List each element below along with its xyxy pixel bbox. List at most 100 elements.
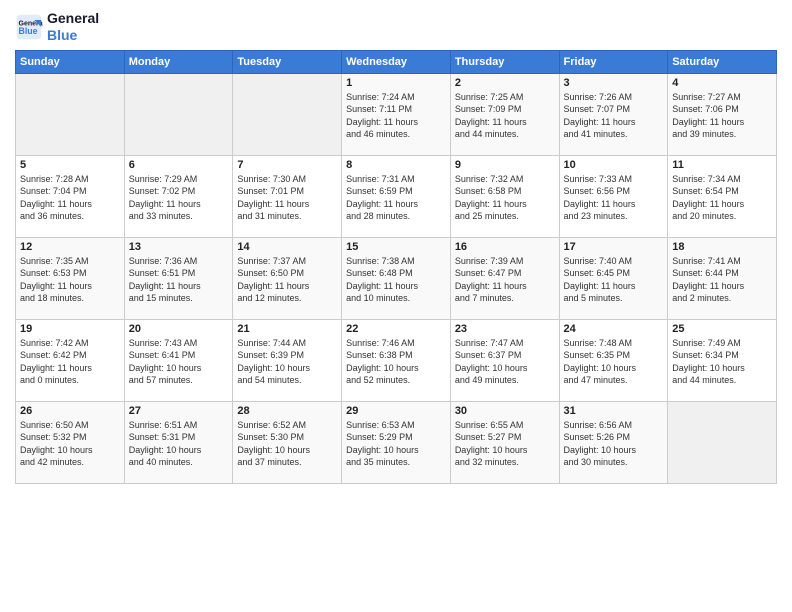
- day-info: Sunrise: 7:43 AM Sunset: 6:41 PM Dayligh…: [129, 337, 229, 387]
- calendar-cell: 23 Sunrise: 7:47 AM Sunset: 6:37 PM Dayli…: [450, 319, 559, 401]
- day-info: Sunrise: 6:51 AM Sunset: 5:31 PM Dayligh…: [129, 419, 229, 469]
- day-info: Sunrise: 7:29 AM Sunset: 7:02 PM Dayligh…: [129, 173, 229, 223]
- calendar-cell: 30Sunrise: 6:55 AM Sunset: 5:27 PM Dayli…: [450, 401, 559, 483]
- calendar-body: 1Sunrise: 7:24 AM Sunset: 7:11 PM Daylig…: [16, 73, 777, 483]
- calendar-cell: 19Sunrise: 7:42 AM Sunset: 6:42 PM Dayli…: [16, 319, 125, 401]
- calendar-week-row: 5 Sunrise: 7:28 AM Sunset: 7:04 PM Daylig…: [16, 155, 777, 237]
- calendar-cell: 4 Sunrise: 7:27 AM Sunset: 7:06 PM Daylig…: [668, 73, 777, 155]
- day-info: Sunrise: 7:30 AM Sunset: 7:01 PM Dayligh…: [237, 173, 337, 223]
- calendar-cell: 13 Sunrise: 7:36 AM Sunset: 6:51 PM Dayli…: [124, 237, 233, 319]
- day-number: 4: [672, 77, 772, 89]
- day-number: 22: [346, 323, 446, 335]
- calendar-week-row: 26Sunrise: 6:50 AM Sunset: 5:32 PM Dayli…: [16, 401, 777, 483]
- day-info: Sunrise: 6:55 AM Sunset: 5:27 PM Dayligh…: [455, 419, 555, 469]
- day-info: Sunrise: 7:39 AM Sunset: 6:47 PM Dayligh…: [455, 255, 555, 305]
- day-info: Sunrise: 7:41 AM Sunset: 6:44 PM Dayligh…: [672, 255, 772, 305]
- day-number: 1: [346, 77, 446, 89]
- weekday-header-wednesday: Wednesday: [342, 50, 451, 73]
- calendar-table: SundayMondayTuesdayWednesdayThursdayFrid…: [15, 50, 777, 484]
- weekday-header-tuesday: Tuesday: [233, 50, 342, 73]
- calendar-week-row: 1Sunrise: 7:24 AM Sunset: 7:11 PM Daylig…: [16, 73, 777, 155]
- calendar-cell: 21 Sunrise: 7:44 AM Sunset: 6:39 PM Dayli…: [233, 319, 342, 401]
- day-info: Sunrise: 7:32 AM Sunset: 6:58 PM Dayligh…: [455, 173, 555, 223]
- day-number: 20: [129, 323, 229, 335]
- day-info: Sunrise: 7:44 AM Sunset: 6:39 PM Dayligh…: [237, 337, 337, 387]
- calendar-cell: 17 Sunrise: 7:40 AM Sunset: 6:45 PM Dayli…: [559, 237, 668, 319]
- header: General Blue General Blue: [15, 10, 777, 44]
- logo: General Blue General Blue: [15, 10, 99, 44]
- day-number: 27: [129, 405, 229, 417]
- calendar-cell: 2Sunrise: 7:25 AM Sunset: 7:09 PM Daylig…: [450, 73, 559, 155]
- calendar-header: SundayMondayTuesdayWednesdayThursdayFrid…: [16, 50, 777, 73]
- day-number: 23: [455, 323, 555, 335]
- day-number: 12: [20, 241, 120, 253]
- calendar-cell: 31 Sunrise: 6:56 AM Sunset: 5:26 PM Dayli…: [559, 401, 668, 483]
- day-info: Sunrise: 6:52 AM Sunset: 5:30 PM Dayligh…: [237, 419, 337, 469]
- day-info: Sunrise: 7:27 AM Sunset: 7:06 PM Dayligh…: [672, 91, 772, 141]
- calendar-cell: 26Sunrise: 6:50 AM Sunset: 5:32 PM Dayli…: [16, 401, 125, 483]
- day-number: 6: [129, 159, 229, 171]
- day-info: Sunrise: 7:38 AM Sunset: 6:48 PM Dayligh…: [346, 255, 446, 305]
- calendar-cell: 6 Sunrise: 7:29 AM Sunset: 7:02 PM Daylig…: [124, 155, 233, 237]
- day-info: Sunrise: 7:49 AM Sunset: 6:34 PM Dayligh…: [672, 337, 772, 387]
- logo-text: General Blue: [47, 10, 99, 44]
- day-info: Sunrise: 7:33 AM Sunset: 6:56 PM Dayligh…: [564, 173, 664, 223]
- day-number: 7: [237, 159, 337, 171]
- day-info: Sunrise: 7:40 AM Sunset: 6:45 PM Dayligh…: [564, 255, 664, 305]
- weekday-header-sunday: Sunday: [16, 50, 125, 73]
- day-number: 15: [346, 241, 446, 253]
- day-number: 24: [564, 323, 664, 335]
- day-number: 5: [20, 159, 120, 171]
- page: General Blue General Blue SundayMondayTu…: [0, 0, 792, 612]
- calendar-cell: [233, 73, 342, 155]
- weekday-header-monday: Monday: [124, 50, 233, 73]
- weekday-header-thursday: Thursday: [450, 50, 559, 73]
- calendar-cell: 27 Sunrise: 6:51 AM Sunset: 5:31 PM Dayli…: [124, 401, 233, 483]
- day-number: 10: [564, 159, 664, 171]
- calendar-cell: 18 Sunrise: 7:41 AM Sunset: 6:44 PM Dayli…: [668, 237, 777, 319]
- calendar-cell: 8Sunrise: 7:31 AM Sunset: 6:59 PM Daylig…: [342, 155, 451, 237]
- day-number: 11: [672, 159, 772, 171]
- calendar-cell: 25 Sunrise: 7:49 AM Sunset: 6:34 PM Dayli…: [668, 319, 777, 401]
- day-info: Sunrise: 7:47 AM Sunset: 6:37 PM Dayligh…: [455, 337, 555, 387]
- day-number: 21: [237, 323, 337, 335]
- day-info: Sunrise: 7:36 AM Sunset: 6:51 PM Dayligh…: [129, 255, 229, 305]
- day-info: Sunrise: 6:53 AM Sunset: 5:29 PM Dayligh…: [346, 419, 446, 469]
- calendar-cell: 22Sunrise: 7:46 AM Sunset: 6:38 PM Dayli…: [342, 319, 451, 401]
- calendar-cell: 16Sunrise: 7:39 AM Sunset: 6:47 PM Dayli…: [450, 237, 559, 319]
- day-info: Sunrise: 6:56 AM Sunset: 5:26 PM Dayligh…: [564, 419, 664, 469]
- day-number: 8: [346, 159, 446, 171]
- svg-text:Blue: Blue: [19, 26, 38, 36]
- day-number: 13: [129, 241, 229, 253]
- day-number: 17: [564, 241, 664, 253]
- calendar-cell: [124, 73, 233, 155]
- day-number: 18: [672, 241, 772, 253]
- calendar-cell: 15 Sunrise: 7:38 AM Sunset: 6:48 PM Dayli…: [342, 237, 451, 319]
- calendar-cell: 24 Sunrise: 7:48 AM Sunset: 6:35 PM Dayli…: [559, 319, 668, 401]
- weekday-row: SundayMondayTuesdayWednesdayThursdayFrid…: [16, 50, 777, 73]
- day-number: 9: [455, 159, 555, 171]
- calendar-cell: [668, 401, 777, 483]
- day-info: Sunrise: 7:35 AM Sunset: 6:53 PM Dayligh…: [20, 255, 120, 305]
- day-info: Sunrise: 7:34 AM Sunset: 6:54 PM Dayligh…: [672, 173, 772, 223]
- logo-icon: General Blue: [15, 13, 43, 41]
- calendar-cell: 14Sunrise: 7:37 AM Sunset: 6:50 PM Dayli…: [233, 237, 342, 319]
- day-info: Sunrise: 7:42 AM Sunset: 6:42 PM Dayligh…: [20, 337, 120, 387]
- calendar-cell: 29Sunrise: 6:53 AM Sunset: 5:29 PM Dayli…: [342, 401, 451, 483]
- day-number: 31: [564, 405, 664, 417]
- calendar-cell: 9 Sunrise: 7:32 AM Sunset: 6:58 PM Daylig…: [450, 155, 559, 237]
- day-number: 25: [672, 323, 772, 335]
- day-number: 2: [455, 77, 555, 89]
- day-info: Sunrise: 7:28 AM Sunset: 7:04 PM Dayligh…: [20, 173, 120, 223]
- calendar-cell: 28Sunrise: 6:52 AM Sunset: 5:30 PM Dayli…: [233, 401, 342, 483]
- calendar-cell: 10 Sunrise: 7:33 AM Sunset: 6:56 PM Dayli…: [559, 155, 668, 237]
- calendar-cell: 20 Sunrise: 7:43 AM Sunset: 6:41 PM Dayli…: [124, 319, 233, 401]
- calendar-cell: 11 Sunrise: 7:34 AM Sunset: 6:54 PM Dayli…: [668, 155, 777, 237]
- calendar-cell: 1Sunrise: 7:24 AM Sunset: 7:11 PM Daylig…: [342, 73, 451, 155]
- calendar-cell: [16, 73, 125, 155]
- day-info: Sunrise: 7:48 AM Sunset: 6:35 PM Dayligh…: [564, 337, 664, 387]
- day-info: Sunrise: 7:26 AM Sunset: 7:07 PM Dayligh…: [564, 91, 664, 141]
- weekday-header-saturday: Saturday: [668, 50, 777, 73]
- calendar-cell: 5 Sunrise: 7:28 AM Sunset: 7:04 PM Daylig…: [16, 155, 125, 237]
- day-number: 26: [20, 405, 120, 417]
